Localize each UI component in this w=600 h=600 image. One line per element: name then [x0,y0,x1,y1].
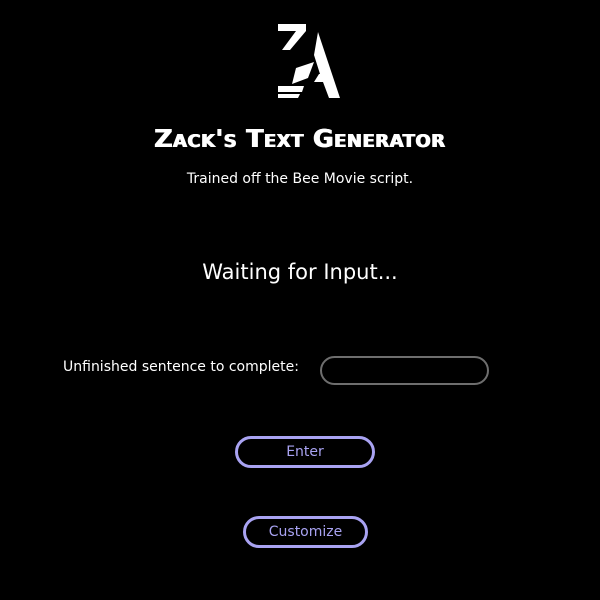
customize-button[interactable]: Customize [243,516,368,548]
sentence-input-label: Unfinished sentence to complete: [63,359,299,375]
status-text: Waiting for Input... [202,260,398,284]
sentence-input[interactable] [320,356,489,385]
enter-button[interactable]: Enter [235,436,375,468]
za-logo-icon [278,24,340,98]
page-subtitle: Trained off the Bee Movie script. [186,171,414,187]
page-title: Zack's Text Generator [154,124,446,153]
